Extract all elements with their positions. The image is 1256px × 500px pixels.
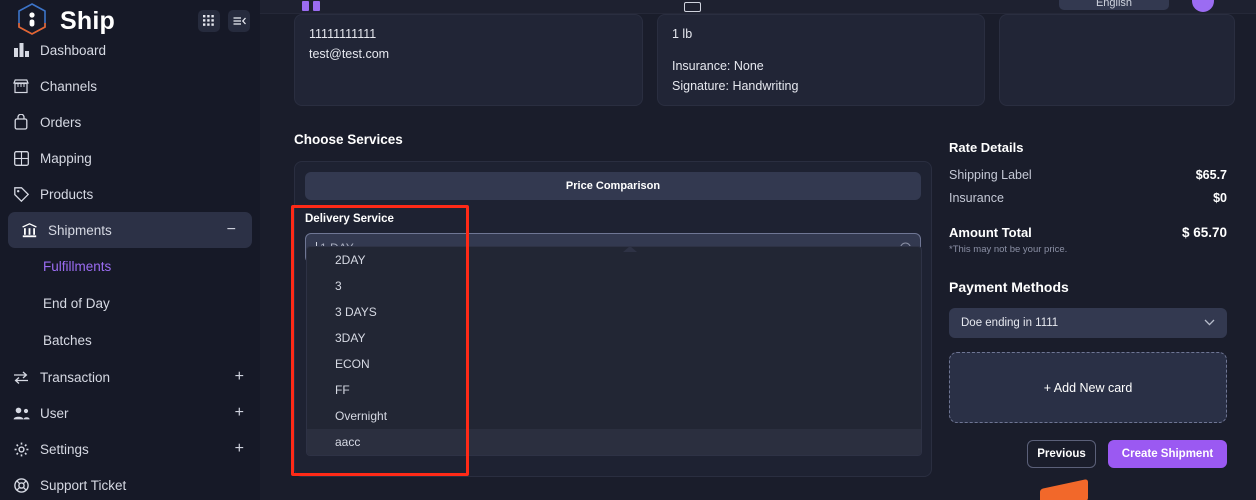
sidebar-item-label: Products [40, 186, 94, 202]
rate-value: $0 [1213, 191, 1227, 205]
dashboard-icon [12, 41, 30, 59]
sidebar-nav: Dashboard Channels Orders Mapping Produc… [0, 32, 260, 500]
expand-toggle-settings[interactable]: + [235, 441, 244, 457]
summary-cards: 11111111111 test@test.com 1 lb Insurance… [294, 14, 1235, 106]
sidebar-item-label: User [40, 405, 69, 421]
apps-dots-icon[interactable] [302, 1, 320, 11]
collapse-toggle-shipments[interactable]: − [227, 222, 236, 238]
address-email: test@test.com [309, 47, 390, 61]
list-item[interactable]: aacc [307, 429, 921, 455]
package-weight: 1 lb [672, 27, 693, 41]
delivery-service-label: Delivery Service [305, 213, 394, 225]
sidebar-item-batches[interactable]: Batches [0, 322, 260, 359]
package-insurance: Insurance: None [672, 59, 764, 73]
amount-total-value: $ 65.70 [1181, 225, 1227, 240]
bag-icon [12, 113, 30, 131]
address-phone: 11111111111 [309, 27, 377, 41]
sidebar-item-label: Shipments [48, 222, 112, 238]
rate-row-shipping-label: Shipping Label $65.7 [949, 168, 1227, 182]
list-item[interactable]: 2DAY [307, 247, 921, 273]
address-card: 11111111111 test@test.com [294, 14, 643, 106]
footer-buttons: Previous Create Shipment [949, 440, 1227, 468]
gear-icon [12, 440, 30, 458]
expand-toggle-transaction[interactable]: + [235, 369, 244, 385]
sidebar-item-support-ticket[interactable]: Support Ticket [0, 467, 260, 500]
sidebar-item-dashboard[interactable]: Dashboard [0, 32, 260, 68]
list-item[interactable]: 3 [307, 273, 921, 299]
chat-icon[interactable] [684, 2, 701, 12]
sidebar-item-products[interactable]: Products [0, 176, 260, 212]
tag-icon [12, 185, 30, 203]
payment-methods-title: Payment Methods [949, 279, 1069, 295]
list-item[interactable]: ECON [307, 351, 921, 377]
lifebuoy-icon [12, 476, 30, 494]
rate-key: Insurance [949, 191, 1004, 205]
price-disclaimer: *This may not be your price. [949, 244, 1068, 255]
list-item[interactable]: FF [307, 377, 921, 403]
amount-total-label: Amount Total [949, 225, 1032, 240]
sidebar: Ship Dashboard Channels Orders Mapping P… [0, 0, 260, 500]
sidebar-item-channels[interactable]: Channels [0, 68, 260, 104]
package-card: 1 lb Insurance: None Signature: Handwrit… [657, 14, 985, 106]
sidebar-item-label: Settings [40, 441, 89, 457]
app-root: Ship Dashboard Channels Orders Mapping P… [0, 0, 1256, 500]
list-item[interactable]: 3 DAYS [307, 299, 921, 325]
sidebar-item-label: Transaction [40, 369, 111, 385]
sidebar-item-label: Dashboard [40, 42, 107, 58]
apps-dots-icon[interactable] [198, 10, 220, 32]
sidebar-item-label: Channels [40, 78, 98, 94]
sidebar-item-transaction[interactable]: Transaction + [0, 359, 260, 395]
grid-map-icon [12, 149, 30, 167]
store-icon [12, 77, 30, 95]
sidebar-item-user[interactable]: User + [0, 395, 260, 431]
expand-toggle-user[interactable]: + [235, 405, 244, 421]
add-new-card-button[interactable]: + Add New card [949, 352, 1227, 423]
extra-card [999, 14, 1235, 106]
rate-value: $65.7 [1195, 168, 1227, 182]
top-bar: English [260, 0, 1256, 14]
amount-total-row: Amount Total $ 65.70 [949, 225, 1227, 240]
users-icon [12, 404, 30, 422]
sidebar-item-label: Orders [40, 114, 82, 130]
sidebar-item-orders[interactable]: Orders [0, 104, 260, 140]
rate-details-title: Rate Details [949, 140, 1024, 155]
avatar[interactable] [1192, 0, 1214, 12]
sidebar-item-label: Mapping [40, 150, 92, 166]
sidebar-item-fulfillments[interactable]: Fulfillments [0, 248, 260, 285]
transfer-icon [12, 368, 30, 386]
create-shipment-button[interactable]: Create Shipment [1108, 440, 1227, 468]
sidebar-item-shipments[interactable]: Shipments − [8, 212, 252, 248]
services-panel: Price Comparison Delivery Service 1 DAY … [294, 161, 932, 477]
price-comparison-button[interactable]: Price Comparison [305, 172, 921, 200]
payment-method-value: Doe ending in 1111 [961, 317, 1059, 329]
sidebar-item-label: Support Ticket [40, 477, 127, 493]
page-content: 11111111111 test@test.com 1 lb Insurance… [260, 14, 1256, 477]
package-signature: Signature: Handwriting [672, 79, 799, 93]
right-column: Rate Details Shipping Label $65.7 Insura… [949, 140, 1227, 468]
rate-row-insurance: Insurance $0 [949, 191, 1227, 205]
bank-icon [20, 221, 38, 239]
delivery-service-options-list[interactable]: 2DAY 3 3 DAYS 3DAY ECON FF Overnight aac… [306, 246, 922, 456]
main-area: English 11111111111 test@test.com 1 lb I… [260, 0, 1256, 500]
rate-key: Shipping Label [949, 168, 1032, 182]
language-selector[interactable]: English [1059, 0, 1169, 10]
chat-widget-icon[interactable] [1040, 478, 1088, 500]
sidebar-item-end-of-day[interactable]: End of Day [0, 285, 260, 322]
list-item[interactable]: 3DAY [307, 325, 921, 351]
chevron-down-icon [1204, 318, 1215, 329]
sidebar-item-settings[interactable]: Settings + [0, 431, 260, 467]
sidebar-item-mapping[interactable]: Mapping [0, 140, 260, 176]
previous-button[interactable]: Previous [1027, 440, 1096, 468]
list-item[interactable]: Overnight [307, 403, 921, 429]
payment-method-select[interactable]: Doe ending in 1111 [949, 308, 1227, 338]
collapse-sidebar-icon[interactable] [228, 10, 250, 32]
